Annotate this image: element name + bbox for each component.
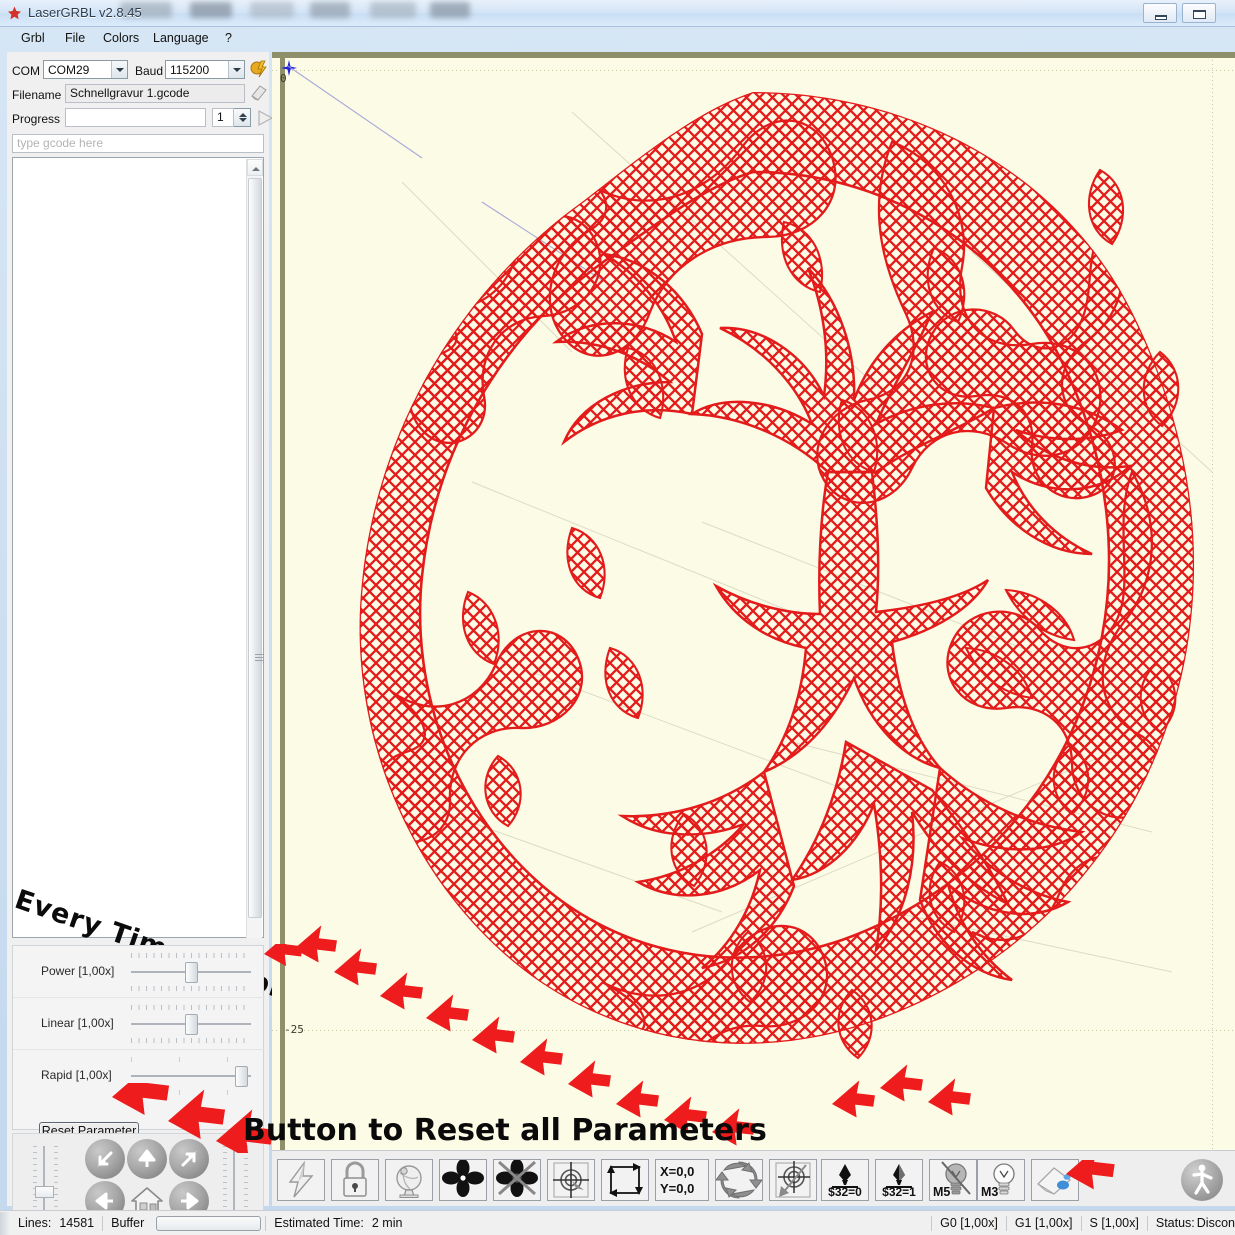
menu-colors[interactable]: Colors [103, 31, 139, 45]
filename-label: Filename [12, 88, 61, 102]
panel-splitter[interactable] [255, 652, 263, 672]
gcode-preview-canvas[interactable]: 0 -25 [272, 52, 1235, 1155]
lines-value: 14581 [59, 1216, 102, 1230]
laser-off-mode-button[interactable]: $32=0 [821, 1159, 869, 1201]
laser-off-mode-label: $32=0 [822, 1185, 868, 1199]
filename-field[interactable]: Schnellgravur 1.gcode [65, 84, 245, 103]
window-title: LaserGRBL v2.8.45 [28, 5, 142, 20]
left-control-panel: COM COM29 Baud 115200 Filename Schnellgr… [7, 52, 269, 1206]
fan-on-button[interactable] [439, 1159, 487, 1201]
g1-override: G1 [1,00x] [1007, 1216, 1081, 1230]
scroll-up-button[interactable] [247, 159, 263, 176]
com-port-select[interactable]: COM29 [43, 60, 128, 79]
com-label: COM [12, 64, 40, 78]
zero-x-label: X=0,0 [660, 1164, 694, 1179]
home-globe-button[interactable] [385, 1159, 433, 1201]
gcode-list-scrollbar[interactable] [246, 159, 262, 938]
m5-label: M5 [933, 1185, 979, 1199]
m5-light-off-button[interactable]: M5 [929, 1159, 977, 1201]
zero-xy-button[interactable]: X=0,0 Y=0,0 [655, 1159, 709, 1201]
slider-thumb[interactable] [35, 1186, 54, 1198]
repeat-stepper[interactable] [234, 108, 251, 127]
baud-label: Baud [135, 64, 163, 78]
estimated-time-value: 2 min [372, 1216, 411, 1230]
set-origin-button[interactable] [547, 1159, 595, 1201]
buffer-progress [156, 1216, 261, 1231]
slider-ticks-top [131, 1057, 251, 1062]
chevron-down-icon [228, 61, 244, 78]
m3-label: M3 [981, 1185, 1027, 1199]
laser-on-mode-label: $32=1 [876, 1185, 922, 1199]
repeat-count-field[interactable]: 1 [212, 108, 234, 127]
g0-override: G0 [1,00x] [932, 1216, 1006, 1230]
status-value: Discon [1197, 1216, 1235, 1230]
menu-bar: Grbl File Colors Language ? [7, 29, 269, 49]
reset-button[interactable] [715, 1159, 763, 1201]
minimize-button[interactable] [1143, 3, 1177, 23]
engraving-preview-artwork [272, 52, 1235, 1155]
walk-mode-button[interactable] [1181, 1159, 1223, 1201]
baud-value: 115200 [166, 63, 228, 77]
rapid-slider-label: Rapid [1,00x] [41, 1068, 112, 1082]
slider-ticks-top [131, 1005, 251, 1010]
annotation-arrow-paint-button [1060, 1160, 1140, 1216]
menu-help[interactable]: ? [225, 31, 232, 45]
status-label: Status: [1148, 1216, 1197, 1230]
m3-light-on-button[interactable]: M3 [977, 1159, 1025, 1201]
chevron-down-icon [111, 61, 127, 78]
slider-ticks-bottom [131, 986, 251, 991]
power-slider-row: Power [1,00x] [13, 946, 265, 998]
slider-ticks-top [131, 953, 251, 958]
s-override: S [1,00x] [1082, 1216, 1147, 1230]
laser-on-mode-button[interactable]: $32=1 [875, 1159, 923, 1201]
power-slider-label: Power [1,00x] [41, 964, 114, 978]
linear-slider[interactable] [131, 1003, 251, 1045]
progress-label: Progress [12, 112, 60, 126]
application-window: LaserGRBL v2.8.45 Grbl File Colors Langu… [0, 0, 1235, 1235]
lock-button[interactable] [331, 1159, 379, 1201]
scroll-thumb[interactable] [248, 178, 262, 918]
power-slider[interactable] [131, 951, 251, 993]
progress-bar [65, 108, 206, 127]
annotation-button-to-reset: Button to Reset all Parameters [243, 1113, 767, 1148]
title-bar: LaserGRBL v2.8.45 [0, 0, 1235, 27]
zero-y-label: Y=0,0 [660, 1181, 694, 1196]
frame-button[interactable] [601, 1159, 649, 1201]
statusbar-grip [0, 1212, 10, 1235]
slider-track [131, 1075, 251, 1077]
open-file-icon[interactable] [250, 84, 268, 105]
com-port-value: COM29 [44, 63, 111, 77]
linear-slider-row: Linear [1,00x] [13, 998, 265, 1050]
baud-select[interactable]: 115200 [165, 60, 245, 79]
gcode-input[interactable]: type gcode here [12, 134, 264, 153]
estimated-time-label: Estimated Time: [266, 1216, 372, 1230]
return-origin-button[interactable] [769, 1159, 817, 1201]
menu-file[interactable]: File [65, 31, 85, 45]
fan-off-button[interactable] [493, 1159, 541, 1201]
connect-plug-icon[interactable] [249, 59, 269, 82]
annotation-arrow-param-box [262, 944, 302, 978]
slider-ticks-bottom [131, 1038, 251, 1043]
menu-grbl[interactable]: Grbl [21, 31, 45, 45]
slider-thumb[interactable] [185, 962, 198, 983]
gcode-list[interactable] [12, 157, 264, 938]
buffer-label: Buffer [103, 1216, 152, 1230]
restore-button[interactable] [1182, 3, 1216, 23]
linear-slider-label: Linear [1,00x] [41, 1016, 114, 1030]
status-bar: Lines: 14581 Buffer Estimated Time: 2 mi… [0, 1210, 1235, 1235]
unlock-bolt-button[interactable] [277, 1159, 325, 1201]
slider-thumb[interactable] [185, 1014, 198, 1035]
lines-label: Lines: [10, 1216, 59, 1230]
lasergrbl-logo-icon [6, 5, 23, 22]
menu-language[interactable]: Language [153, 31, 209, 45]
